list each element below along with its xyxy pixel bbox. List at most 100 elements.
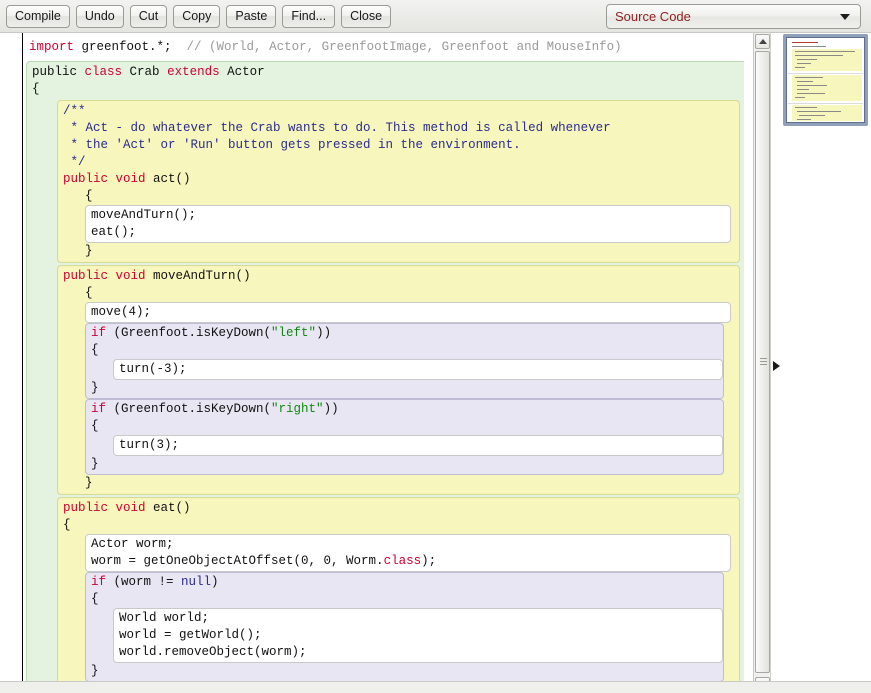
cut-button[interactable]: Cut xyxy=(129,4,168,28)
superclass-name: Actor xyxy=(219,65,265,79)
vertical-scrollbar[interactable] xyxy=(753,33,770,693)
editor-body: import greenfoot.*; // (World, Actor, Gr… xyxy=(0,33,871,693)
method-return-type: void xyxy=(115,269,146,283)
arrow-right-icon[interactable] xyxy=(773,361,780,371)
undo-button[interactable]: Undo xyxy=(75,4,124,28)
condition-prefix: (Greenfoot.isKeyDown( xyxy=(106,402,272,416)
panel-divider[interactable] xyxy=(770,33,782,693)
paste-button[interactable]: Paste xyxy=(226,4,277,28)
extends-keyword: extends xyxy=(167,65,220,79)
method-frame-eat[interactable]: public void eat() { Actor worm; worm = g… xyxy=(57,497,740,681)
method-name: moveAndTurn() xyxy=(145,269,251,283)
if-condition-right[interactable]: if (Greenfoot.isKeyDown("right")) xyxy=(91,401,723,418)
import-package: greenfoot.*; xyxy=(74,40,172,54)
view-selector-dropdown[interactable]: Source Code xyxy=(606,3,861,29)
class-declaration[interactable]: public class Crab extends Actor xyxy=(32,64,744,81)
class-open-brace: { xyxy=(32,82,40,96)
string-literal: "left" xyxy=(271,326,317,340)
if-condition-worm[interactable]: if (worm != null) xyxy=(91,574,723,591)
if-open-brace: { xyxy=(91,592,99,606)
statement-line[interactable]: world = getWorld(); xyxy=(119,627,722,644)
if-keyword: if xyxy=(91,575,107,589)
string-literal: "right" xyxy=(271,402,324,416)
method-modifier: public xyxy=(63,501,109,515)
if-open-brace: { xyxy=(91,419,99,433)
method-frame-moveandturn[interactable]: public void moveAndTurn() { move(4); if … xyxy=(57,265,740,495)
statement-block-act[interactable]: moveAndTurn(); eat(); xyxy=(85,205,731,243)
statement-line[interactable]: Actor worm; xyxy=(91,536,730,553)
javadoc-line: */ xyxy=(63,155,86,169)
class-keyword: class xyxy=(84,65,123,79)
method-signature-act[interactable]: public void act() xyxy=(63,171,739,188)
close-button[interactable]: Close xyxy=(341,4,392,28)
class-name: Crab xyxy=(122,65,168,79)
method-close-brace: } xyxy=(85,244,93,258)
method-open-brace: { xyxy=(85,286,93,300)
statement-line[interactable]: move(4); xyxy=(91,304,730,321)
condition-suffix: )) xyxy=(323,402,339,416)
if-close-brace: } xyxy=(91,664,99,678)
if-keyword: if xyxy=(91,402,107,416)
condition-suffix: )) xyxy=(316,326,332,340)
view-selector-value: Source Code xyxy=(615,8,691,24)
condition-suffix: ) xyxy=(211,575,219,589)
method-modifier: public xyxy=(63,172,109,186)
method-modifier: public xyxy=(63,269,109,283)
import-statement[interactable]: import greenfoot.*; // (World, Actor, Gr… xyxy=(29,39,751,56)
javadoc-line: * Act - do whatever the Crab wants to do… xyxy=(63,121,611,135)
compile-button[interactable]: Compile xyxy=(6,4,70,28)
method-name: eat() xyxy=(145,501,191,515)
if-close-brace: } xyxy=(91,457,99,471)
statement-line[interactable]: turn(3); xyxy=(119,437,722,454)
statement-block-turn-left[interactable]: turn(-3); xyxy=(113,359,723,380)
null-literal: null xyxy=(181,575,212,589)
if-keyword: if xyxy=(91,326,107,340)
if-open-brace: { xyxy=(91,343,99,357)
statement-line[interactable]: world.removeObject(worm); xyxy=(119,644,722,661)
source-code-area[interactable]: import greenfoot.*; // (World, Actor, Gr… xyxy=(23,33,751,681)
if-condition-left[interactable]: if (Greenfoot.isKeyDown("left")) xyxy=(91,325,723,342)
scrollbar-thumb[interactable] xyxy=(755,51,770,673)
method-close-brace: } xyxy=(85,476,93,490)
if-close-brace: } xyxy=(91,381,99,395)
grip-icon xyxy=(760,358,767,366)
method-return-type: void xyxy=(115,172,146,186)
editor-window: Compile Undo Cut Copy Paste Find... Clos… xyxy=(0,0,871,693)
import-comment: // (World, Actor, GreenfootImage, Greenf… xyxy=(171,40,622,54)
statement-line[interactable]: eat(); xyxy=(91,224,730,241)
class-frame-crab[interactable]: public class Crab extends Actor { /** * … xyxy=(26,61,744,681)
method-return-type: void xyxy=(115,501,146,515)
if-frame-right[interactable]: if (Greenfoot.isKeyDown("right")) { turn… xyxy=(85,399,724,475)
class-literal-keyword: class xyxy=(383,554,422,568)
statement-block-move[interactable]: move(4); xyxy=(85,302,731,323)
if-frame-left[interactable]: if (Greenfoot.isKeyDown("left")) { turn(… xyxy=(85,323,724,399)
minimap-page xyxy=(788,39,863,121)
copy-button[interactable]: Copy xyxy=(173,4,221,28)
assign-suffix: ); xyxy=(421,554,437,568)
horizontal-scrollbar[interactable] xyxy=(0,681,871,693)
method-signature-moveandturn[interactable]: public void moveAndTurn() xyxy=(63,268,739,285)
statement-line[interactable]: turn(-3); xyxy=(119,361,722,378)
method-open-brace: { xyxy=(63,518,71,532)
statement-block-remove-worm[interactable]: World world; world = getWorld(); world.r… xyxy=(113,608,723,663)
scroll-up-button[interactable] xyxy=(755,34,770,49)
statement-line[interactable]: World world; xyxy=(119,610,722,627)
class-modifier: public xyxy=(32,65,78,79)
arrow-up-icon xyxy=(758,38,767,44)
birdseye-minimap[interactable] xyxy=(783,34,868,126)
statement-line-assign[interactable]: worm = getOneObjectAtOffset(0, 0, Worm.c… xyxy=(91,553,730,570)
method-frame-act[interactable]: /** * Act - do whatever the Crab wants t… xyxy=(57,100,740,263)
assign-prefix: worm = getOneObjectAtOffset(0, 0, Worm. xyxy=(91,554,384,568)
if-frame-worm-notnull[interactable]: if (worm != null) { World world; world =… xyxy=(85,572,724,681)
method-name: act() xyxy=(145,172,191,186)
statement-block-eat[interactable]: Actor worm; worm = getOneObjectAtOffset(… xyxy=(85,534,731,572)
javadoc-line: * the 'Act' or 'Run' button gets pressed… xyxy=(63,138,521,152)
method-signature-eat[interactable]: public void eat() xyxy=(63,500,739,517)
condition-prefix: (Greenfoot.isKeyDown( xyxy=(106,326,272,340)
chevron-down-icon xyxy=(840,14,850,20)
find-button[interactable]: Find... xyxy=(282,4,336,28)
statement-block-turn-right[interactable]: turn(3); xyxy=(113,435,723,456)
statement-line[interactable]: moveAndTurn(); xyxy=(91,207,730,224)
condition-prefix: (worm != xyxy=(106,575,182,589)
javadoc-line: /** xyxy=(63,104,86,118)
